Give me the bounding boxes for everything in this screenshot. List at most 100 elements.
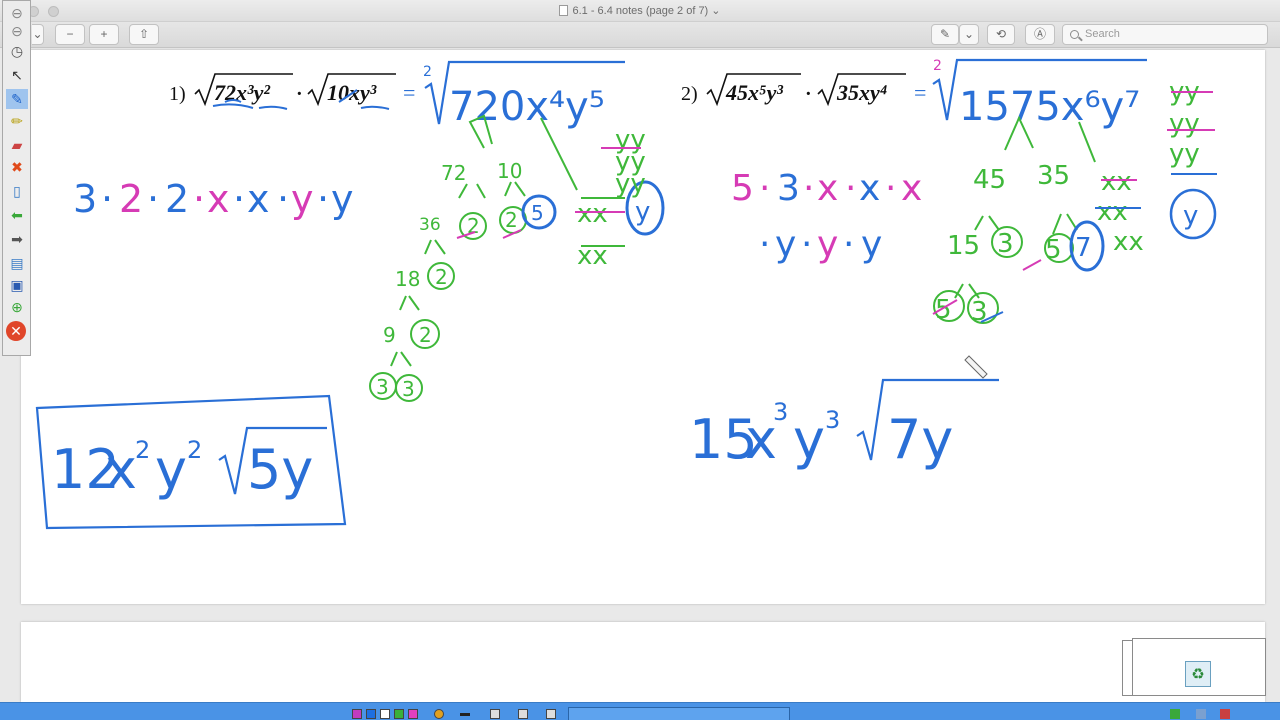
problem2-index: 2 <box>933 58 942 74</box>
factor-seq: y <box>291 177 314 221</box>
tree-number: 7 <box>1075 233 1092 263</box>
color-swatch[interactable] <box>366 709 376 719</box>
eraser-icon[interactable]: ▰ <box>6 135 28 155</box>
palette-icon[interactable] <box>434 709 444 719</box>
document-page[interactable]: 1) 72x³y² · 10xy³ = 2) 45x⁵y³ · 35xy⁴ = <box>21 50 1265 604</box>
factor-seq: x <box>859 168 880 209</box>
tool-icon[interactable] <box>490 709 500 719</box>
rotate-icon: ⟲ <box>995 27 1007 41</box>
pen-cursor-icon <box>964 355 988 379</box>
factor-seq: · <box>845 168 856 209</box>
active-task-panel[interactable] <box>568 707 790 720</box>
search-placeholder: Search <box>1085 28 1120 40</box>
problem2-answer: 15 x 3 y 3 7y <box>689 378 999 471</box>
tree-variable: y <box>635 197 650 227</box>
markup-button[interactable]: ✎ <box>931 24 959 45</box>
toolbar: ⌄ − + ⇧ ✎ ⌄ ⟲ Ⓐ Search <box>0 22 1280 48</box>
close-icon[interactable]: ✕ <box>6 321 26 341</box>
page-drawing: 1) 72x³y² · 10xy³ = 2) 45x⁵y³ · 35xy⁴ = <box>35 58 1217 530</box>
color-swatch[interactable] <box>394 709 404 719</box>
search-icon <box>1070 30 1079 39</box>
color-swatch[interactable] <box>380 709 390 719</box>
tree-number: 3 <box>402 377 415 401</box>
restore-toolbar-icon[interactable]: ⊖ <box>6 21 28 41</box>
share-icon: ⇧ <box>138 27 150 41</box>
problem1-index: 2 <box>423 64 432 80</box>
tree-variable: y <box>1183 201 1198 231</box>
clear-icon[interactable]: ✖ <box>6 157 28 177</box>
markup-dropdown-button[interactable]: ⌄ <box>959 24 979 45</box>
forward-arrow-icon[interactable] <box>1196 709 1206 719</box>
problem1-number: 1) <box>169 83 186 105</box>
line-width-icon[interactable] <box>460 713 470 716</box>
answer-exp: 3 <box>773 398 788 426</box>
recycle-panel[interactable]: ♻ <box>1132 638 1266 696</box>
document-page[interactable] <box>21 622 1265 702</box>
user-icon[interactable] <box>1220 709 1230 719</box>
color-swatch[interactable] <box>408 709 418 719</box>
zoom-out-button[interactable]: − <box>55 24 85 45</box>
page-icon[interactable]: ▯ <box>6 181 28 201</box>
rotate-button[interactable]: ⟲ <box>987 24 1015 45</box>
tree-number: 18 <box>395 267 420 291</box>
recycle-bin-icon[interactable]: ♻ <box>1185 661 1211 687</box>
keyboard-icon[interactable]: ▤ <box>6 253 28 273</box>
annotation-toolbar: ⊖ ⊖ ◷ ↖ ✎ ✏ ▰ ✖ ▯ ⬅ ➡ ▤ ▣ ⊕ ✕ <box>2 0 31 356</box>
clock-icon[interactable]: ◷ <box>6 41 28 61</box>
pointer-icon[interactable]: ↖ <box>6 65 28 85</box>
tree-number: 5 <box>1045 235 1062 265</box>
factor-seq: · <box>759 224 770 265</box>
back-arrow-icon[interactable]: ⬅ <box>6 205 28 225</box>
dot-operator: · <box>296 83 303 105</box>
answer-radicand: 7y <box>887 408 953 471</box>
tree-variable: yy <box>1169 139 1200 169</box>
window-title[interactable]: 6.1 - 6.4 notes (page 2 of 7) ⌄ <box>0 4 1280 17</box>
pen-icon: ✎ <box>939 27 951 41</box>
tool-icon[interactable] <box>546 709 556 719</box>
tree-number: 45 <box>973 165 1006 195</box>
tree-variable: xx <box>577 241 608 271</box>
zoom-in-button[interactable]: + <box>89 24 119 45</box>
taskbar <box>0 702 1280 720</box>
color-swatch[interactable] <box>352 709 362 719</box>
factor-seq: · <box>101 177 113 221</box>
tree-number: 3 <box>376 375 389 399</box>
factor-seq: · <box>147 177 159 221</box>
back-arrow-icon[interactable] <box>1170 709 1180 719</box>
search-input[interactable]: Search <box>1062 24 1268 45</box>
factor-seq: · <box>801 224 812 265</box>
tree-variable: xx <box>1097 197 1128 227</box>
factor-seq: · <box>885 168 896 209</box>
tree-number: 5 <box>531 201 544 225</box>
annotate-icon: Ⓐ <box>1033 27 1046 41</box>
dot-operator: · <box>805 83 812 105</box>
problem1-radicand: 720x⁴y⁵ <box>449 84 605 130</box>
tree-number: 2 <box>505 208 518 232</box>
factor-seq: x <box>247 177 270 221</box>
factor-seq: x <box>901 168 922 209</box>
factor-seq: x <box>817 168 838 209</box>
answer-radicand: 5y <box>247 438 313 501</box>
factor-tree-lines <box>933 115 1096 324</box>
tool-icon[interactable] <box>518 709 528 719</box>
answer-var: x <box>105 438 137 501</box>
forward-arrow-icon[interactable]: ➡ <box>6 229 28 249</box>
factor-seq: · <box>233 177 245 221</box>
tree-variable: xx <box>577 199 608 229</box>
minimize-toolbar-icon[interactable]: ⊖ <box>6 3 28 23</box>
sidebar-toggle-button[interactable]: ⌄ <box>32 24 44 45</box>
pen-icon[interactable]: ✎ <box>6 89 28 109</box>
factor-seq: 2 <box>119 177 143 221</box>
tree-number: 36 <box>419 215 441 235</box>
highlighter-icon[interactable]: ✏ <box>6 111 28 131</box>
annotate-button[interactable]: Ⓐ <box>1025 24 1055 45</box>
tree-number: 10 <box>497 159 522 183</box>
problem2-radicand: 1575x⁶y⁷ <box>959 84 1140 130</box>
answer-var: y <box>155 438 187 501</box>
save-icon[interactable]: ▣ <box>6 275 28 295</box>
lock-icon[interactable]: ⊕ <box>6 297 28 317</box>
factor-seq: y <box>817 224 838 265</box>
share-button[interactable]: ⇧ <box>129 24 159 45</box>
factor-seq: · <box>317 177 329 221</box>
problem1-expr-a: 72x³y² <box>214 80 270 105</box>
